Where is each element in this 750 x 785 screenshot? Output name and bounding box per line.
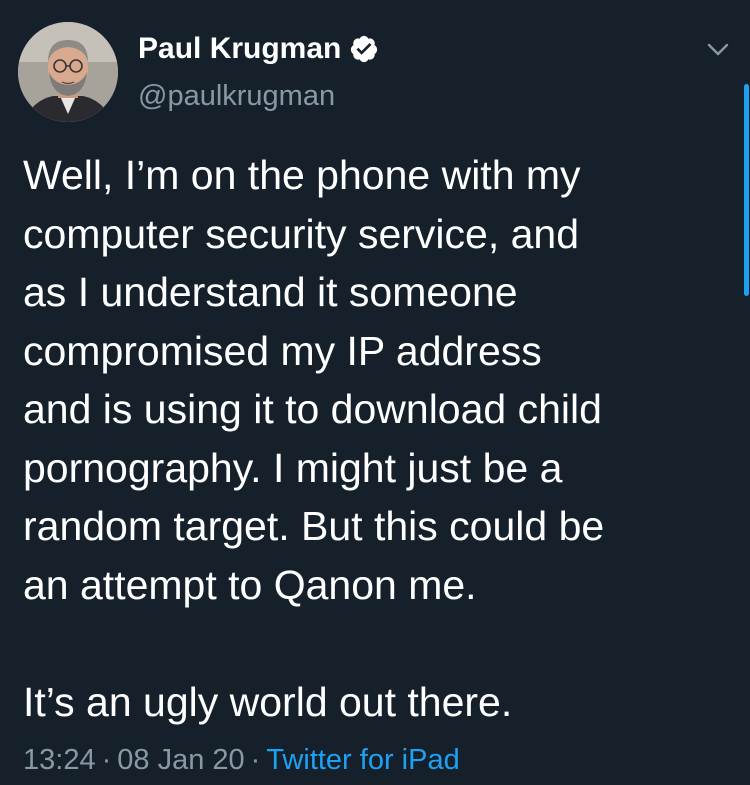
tweet-text-line: random target. But this could be <box>23 503 605 549</box>
tweet-date[interactable]: 08 Jan 20 <box>117 744 244 776</box>
verified-badge-icon <box>349 34 379 64</box>
tweet-meta: 13:24 · 08 Jan 20 · Twitter for iPad <box>23 740 460 780</box>
tweet-text-line: It’s an ugly world out there. <box>23 678 513 725</box>
tweet-text: Well, I’m on the phone with my computer … <box>23 146 723 731</box>
author-name-row[interactable]: Paul Krugman <box>138 30 379 68</box>
tweet-text-line: pornography. I might just be a <box>23 444 563 491</box>
tweet-text-line: and is using it to download child <box>23 386 602 432</box>
display-name[interactable]: Paul Krugman <box>138 30 341 68</box>
scrollbar[interactable] <box>744 84 749 296</box>
tweet-time[interactable]: 13:24 <box>23 744 96 776</box>
meta-separator: · <box>250 744 261 776</box>
tweet-card: Paul Krugman @paulkrugman Well, I’m on t… <box>0 0 750 785</box>
tweet-text-line: an attempt to Qanon me. <box>23 561 477 608</box>
chevron-down-icon <box>707 43 729 56</box>
tweet-source-link[interactable]: Twitter for iPad <box>266 744 459 776</box>
tweet-text-line: compromised my IP address <box>23 327 542 374</box>
author-handle[interactable]: @paulkrugman <box>138 78 335 114</box>
tweet-text-line: computer security service, and <box>23 210 580 257</box>
tweet-text-line: as I understand it someone <box>23 269 518 315</box>
meta-separator: · <box>101 744 112 776</box>
avatar[interactable] <box>18 22 118 122</box>
more-options-button[interactable] <box>700 32 736 68</box>
tweet-text-line: Well, I’m on the phone with my <box>23 152 581 198</box>
avatar-image <box>18 22 118 122</box>
